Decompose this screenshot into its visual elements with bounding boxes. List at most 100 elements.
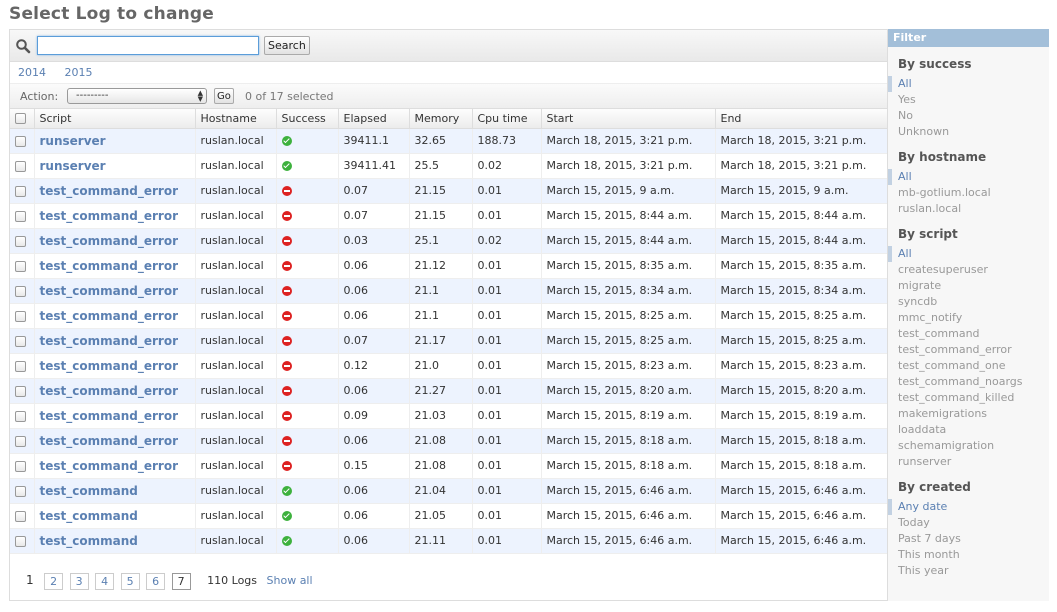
search-button[interactable]: Search bbox=[264, 36, 310, 55]
row-checkbox[interactable] bbox=[15, 235, 26, 247]
script-link[interactable]: test_command bbox=[40, 534, 138, 548]
row-checkbox[interactable] bbox=[15, 210, 26, 222]
error-no-entry-icon bbox=[281, 386, 292, 396]
filter-option[interactable]: No bbox=[888, 108, 1049, 124]
filter-option[interactable]: createsuperuser bbox=[888, 262, 1049, 278]
script-link[interactable]: test_command_error bbox=[40, 459, 179, 473]
success-cell bbox=[276, 503, 339, 529]
filter-option[interactable]: Any date bbox=[888, 499, 1049, 515]
filter-option[interactable]: mmc_notify bbox=[888, 310, 1049, 326]
filter-section: By hostname All mb-gotlium.local ruslan.loc… bbox=[888, 150, 1049, 217]
page-link[interactable]: 2 bbox=[44, 572, 64, 590]
filter-option[interactable]: test_command bbox=[888, 326, 1049, 342]
script-link[interactable]: runserver bbox=[40, 134, 106, 148]
row-checkbox[interactable] bbox=[15, 485, 26, 497]
script-link[interactable]: test_command_error bbox=[40, 409, 179, 423]
action-select[interactable]: --------- ▲ ▼ bbox=[67, 88, 207, 104]
end-cell: March 15, 2015, 8:25 a.m. bbox=[715, 328, 889, 354]
script-link[interactable]: test_command_error bbox=[40, 359, 179, 373]
row-checkbox[interactable] bbox=[15, 410, 26, 422]
column-header-hostname[interactable]: Hostname bbox=[195, 109, 277, 129]
column-header-start[interactable]: Start bbox=[541, 109, 716, 129]
script-link[interactable]: test_command_error bbox=[40, 334, 179, 348]
script-link[interactable]: test_command_error bbox=[40, 234, 179, 248]
script-link[interactable]: test_command_error bbox=[40, 184, 179, 198]
go-button[interactable]: Go bbox=[214, 88, 234, 104]
filter-option[interactable]: Today bbox=[888, 515, 1049, 531]
row-checkbox[interactable] bbox=[15, 435, 26, 447]
filter-option[interactable]: test_command_one bbox=[888, 358, 1049, 374]
table-row: test_command_error ruslan.local 0.06 21.1 0.… bbox=[10, 303, 889, 329]
filter-option[interactable]: ruslan.local bbox=[888, 201, 1049, 217]
row-checkbox[interactable] bbox=[15, 360, 26, 372]
script-link[interactable]: test_command_error bbox=[40, 259, 179, 273]
filter-option[interactable]: mb-gotlium.local bbox=[888, 185, 1049, 201]
row-checkbox-cell bbox=[10, 328, 35, 354]
select-all-checkbox[interactable] bbox=[15, 113, 26, 125]
script-link[interactable]: test_command_error bbox=[40, 309, 179, 323]
memory-cell: 21.1 bbox=[409, 303, 473, 329]
filter-option[interactable]: test_command_killed bbox=[888, 390, 1049, 406]
success-cell bbox=[276, 278, 339, 304]
filter-option[interactable]: All bbox=[888, 246, 1049, 262]
date-link-2015[interactable]: 2015 bbox=[65, 66, 93, 79]
table-row: test_command_error ruslan.local 0.03 25.1 0.… bbox=[10, 228, 889, 254]
row-checkbox[interactable] bbox=[15, 460, 26, 472]
filter-option[interactable]: runserver bbox=[888, 454, 1049, 470]
row-checkbox-cell bbox=[10, 278, 35, 304]
page-link[interactable]: 3 bbox=[69, 572, 89, 590]
filter-option[interactable]: All bbox=[888, 169, 1049, 185]
last-page-link[interactable]: 7 bbox=[171, 572, 191, 590]
row-checkbox[interactable] bbox=[15, 535, 26, 547]
script-link[interactable]: test_command_error bbox=[40, 209, 179, 223]
row-checkbox[interactable] bbox=[15, 385, 26, 397]
end-cell: March 15, 2015, 6:46 a.m. bbox=[715, 503, 889, 529]
row-checkbox[interactable] bbox=[15, 285, 26, 297]
filter-option[interactable]: migrate bbox=[888, 278, 1049, 294]
row-checkbox[interactable] bbox=[15, 510, 26, 522]
row-checkbox[interactable] bbox=[15, 185, 26, 197]
script-link[interactable]: test_command_error bbox=[40, 384, 179, 398]
script-link[interactable]: test_command bbox=[40, 509, 138, 523]
filter-option[interactable]: makemigrations bbox=[888, 406, 1049, 422]
search-input[interactable] bbox=[37, 36, 259, 55]
column-header-success[interactable]: Success bbox=[276, 109, 339, 129]
script-link[interactable]: runserver bbox=[40, 159, 106, 173]
page-link[interactable]: 4 bbox=[95, 572, 115, 590]
filter-option[interactable]: All bbox=[888, 76, 1049, 92]
filter-option[interactable]: This month bbox=[888, 547, 1049, 563]
filter-heading: By created bbox=[898, 480, 971, 494]
column-header-elapsed[interactable]: Elapsed bbox=[338, 109, 410, 129]
filter-option[interactable]: This year bbox=[888, 563, 1049, 579]
column-header-cpu-time[interactable]: Cpu time bbox=[472, 109, 542, 129]
row-checkbox[interactable] bbox=[15, 260, 26, 272]
show-all-link[interactable]: Show all bbox=[267, 574, 313, 587]
date-link-2014[interactable]: 2014 bbox=[18, 66, 46, 79]
row-checkbox[interactable] bbox=[15, 310, 26, 322]
page-link[interactable]: 5 bbox=[120, 572, 140, 590]
row-checkbox[interactable] bbox=[15, 335, 26, 347]
script-cell: test_command_error bbox=[34, 328, 196, 354]
search-icon bbox=[16, 39, 31, 54]
column-header-memory[interactable]: Memory bbox=[409, 109, 473, 129]
filter-option[interactable]: Unknown bbox=[888, 124, 1049, 140]
hostname-cell: ruslan.local bbox=[195, 428, 277, 454]
column-header-end[interactable]: End bbox=[715, 109, 889, 129]
script-link[interactable]: test_command_error bbox=[40, 284, 179, 298]
filter-option[interactable]: Yes bbox=[888, 92, 1049, 108]
filter-option[interactable]: loaddata bbox=[888, 422, 1049, 438]
row-checkbox[interactable] bbox=[15, 135, 26, 147]
success-cell bbox=[276, 353, 339, 379]
page-link[interactable]: 6 bbox=[146, 572, 166, 590]
filter-option[interactable]: test_command_noargs bbox=[888, 374, 1049, 390]
script-link[interactable]: test_command_error bbox=[40, 434, 179, 448]
row-checkbox[interactable] bbox=[15, 160, 26, 172]
script-link[interactable]: test_command bbox=[40, 484, 138, 498]
filter-option[interactable]: schemamigration bbox=[888, 438, 1049, 454]
memory-cell: 21.0 bbox=[409, 353, 473, 379]
filter-option[interactable]: syncdb bbox=[888, 294, 1049, 310]
column-header-script[interactable]: Script bbox=[34, 109, 196, 129]
filter-option[interactable]: test_command_error bbox=[888, 342, 1049, 358]
filter-option[interactable]: Past 7 days bbox=[888, 531, 1049, 547]
success-cell bbox=[276, 253, 339, 279]
